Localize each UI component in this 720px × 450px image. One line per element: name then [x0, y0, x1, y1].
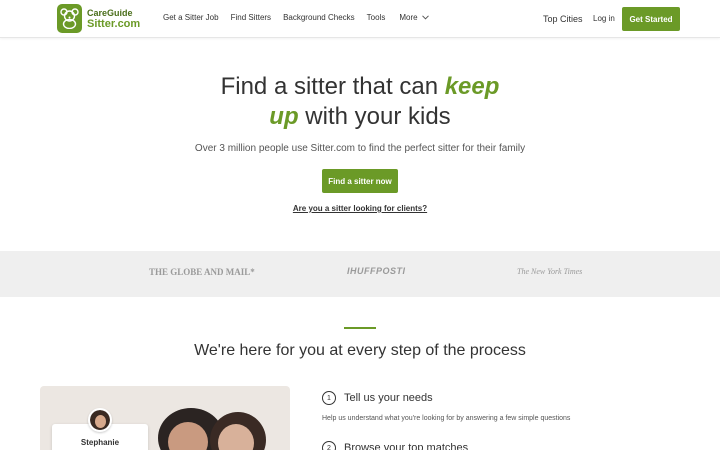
- top-cities-link[interactable]: Top Cities: [543, 14, 583, 24]
- logo-brand-top: CareGuide: [87, 7, 133, 18]
- nav-find-sitters[interactable]: Find Sitters: [231, 13, 271, 22]
- sitter-name: Stephanie: [80, 438, 120, 447]
- nav-get-sitter-job[interactable]: Get a Sitter Job: [163, 13, 219, 22]
- sitter-clients-link[interactable]: Are you a sitter looking for clients?: [293, 204, 427, 213]
- step-number-1: 1: [322, 391, 336, 405]
- press-band: THE GLOBE AND MAIL* IHUFFPOSTI The New Y…: [0, 251, 720, 297]
- chevron-down-icon: [421, 13, 429, 22]
- hero-title-accent-up: up: [269, 103, 299, 130]
- step-2: 2 Browse your top matches: [322, 441, 468, 450]
- find-sitter-button[interactable]: Find a sitter now: [322, 169, 398, 193]
- hero-subtitle: Over 3 million people use Sitter.com to …: [194, 143, 526, 154]
- logo-brand-bottom: Sitter.com: [87, 17, 141, 30]
- logo[interactable]: CareGuide Sitter.com: [57, 4, 140, 33]
- nyt-logo: The New York Times: [517, 267, 583, 276]
- login-link[interactable]: Log in: [593, 14, 615, 23]
- section-divider: [344, 327, 376, 329]
- process-title: We're here for you at every step of the …: [194, 342, 526, 359]
- huffpost-logo: IHUFFPOSTI: [347, 266, 406, 276]
- site-header: CareGuide Sitter.com Get a Sitter Job Fi…: [0, 0, 720, 38]
- step-number-2: 2: [322, 441, 336, 450]
- hero-title-accent-keep: keep: [444, 73, 500, 100]
- get-started-button[interactable]: Get Started: [622, 7, 680, 31]
- nav-background-checks[interactable]: Background Checks: [283, 13, 355, 22]
- avatar: [88, 408, 112, 432]
- hero-title-part2: with your kids: [298, 103, 451, 130]
- step-2-title: Browse your top matches: [344, 442, 469, 450]
- step-1: 1 Tell us your needs: [322, 391, 433, 405]
- nav-more[interactable]: More: [399, 13, 429, 22]
- main-nav: Get a Sitter Job Find Sitters Background…: [163, 13, 441, 22]
- bear-icon: [57, 4, 82, 33]
- step-1-title: Tell us your needs: [344, 392, 433, 404]
- hero-title: Find a sitter that can keep up with your…: [0, 72, 720, 132]
- nav-more-label: More: [399, 13, 418, 22]
- globe-and-mail-logo: THE GLOBE AND MAIL*: [149, 267, 255, 277]
- nav-tools[interactable]: Tools: [367, 13, 386, 22]
- family-photo: Stephanie: [40, 386, 290, 450]
- hero-title-part1: Find a sitter that can: [220, 73, 445, 100]
- step-1-description: Help us understand what you're looking f…: [322, 415, 571, 422]
